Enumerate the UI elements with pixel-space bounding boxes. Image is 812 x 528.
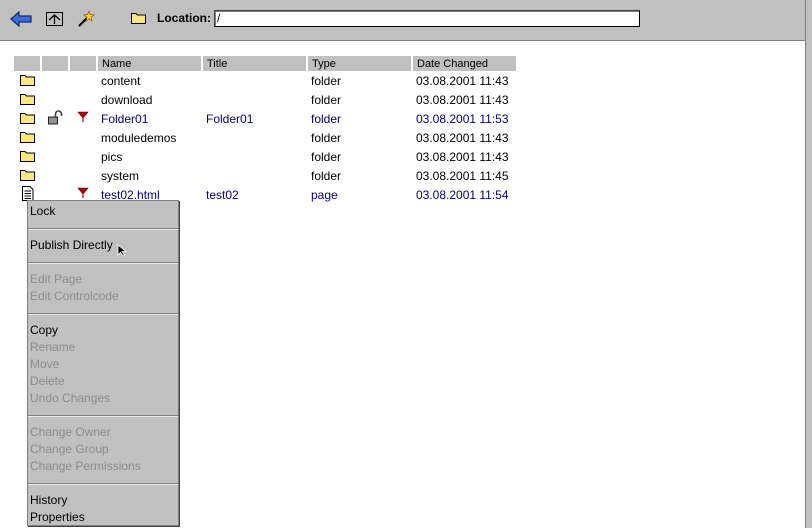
menu-separator bbox=[28, 228, 178, 230]
header-icon-col bbox=[14, 56, 42, 71]
file-date-changed: 03.08.2001 11:43 bbox=[416, 73, 509, 88]
menu-separator bbox=[28, 262, 178, 264]
menu-separator bbox=[28, 483, 178, 485]
window-edge bbox=[805, 0, 812, 528]
menu-item-change-permissions: Change Permissions bbox=[30, 459, 141, 473]
file-type: page bbox=[311, 187, 338, 202]
back-arrow-icon[interactable] bbox=[10, 9, 32, 29]
folder-icon[interactable] bbox=[14, 109, 41, 128]
table-row[interactable]: moduledemos folder 03.08.2001 11:43 bbox=[14, 128, 517, 147]
unlocked-padlock-icon[interactable] bbox=[41, 109, 69, 128]
file-name[interactable]: system bbox=[97, 166, 202, 185]
flag-cell bbox=[69, 166, 97, 185]
location-input[interactable]: / bbox=[214, 10, 640, 27]
header-title[interactable]: Title bbox=[202, 56, 308, 71]
menu-item-edit-page: Edit Page bbox=[30, 272, 83, 286]
file-type: folder bbox=[311, 92, 342, 107]
table-row[interactable]: pics folder 03.08.2001 11:43 bbox=[14, 147, 517, 166]
lock-cell bbox=[41, 90, 69, 109]
header-date-changed[interactable]: Date Changed bbox=[412, 56, 518, 71]
file-date-changed: 03.08.2001 11:43 bbox=[416, 130, 509, 145]
lock-cell bbox=[41, 166, 69, 185]
file-date-changed: 03.08.2001 11:43 bbox=[416, 149, 509, 164]
file-type: folder bbox=[311, 130, 342, 145]
menu-item-undo-changes: Undo Changes bbox=[30, 391, 111, 405]
file-title bbox=[202, 90, 307, 109]
table-header-row: Name Title Type Date Changed bbox=[14, 56, 518, 71]
file-type: folder bbox=[311, 149, 342, 164]
file-name[interactable]: content bbox=[97, 71, 202, 90]
menu-separator bbox=[28, 313, 178, 315]
file-date-changed: 03.08.2001 11:53 bbox=[416, 111, 509, 126]
menu-item-copy[interactable]: Copy bbox=[30, 322, 58, 338]
lock-cell bbox=[41, 71, 69, 90]
table-row[interactable]: download folder 03.08.2001 11:43 bbox=[14, 90, 517, 109]
menu-item-history[interactable]: History bbox=[30, 492, 67, 508]
menu-item-delete: Delete bbox=[30, 374, 65, 388]
folder-icon bbox=[131, 11, 147, 27]
file-date-changed: 03.08.2001 11:45 bbox=[416, 168, 509, 183]
menu-item-publish-directly[interactable]: Publish Directly bbox=[30, 237, 113, 253]
file-title: Folder01 bbox=[206, 111, 254, 126]
table-row[interactable]: content folder 03.08.2001 11:43 bbox=[14, 71, 517, 90]
file-title bbox=[202, 128, 307, 147]
file-name[interactable]: Folder01 bbox=[97, 109, 202, 128]
lock-cell bbox=[41, 147, 69, 166]
header-type[interactable]: Type bbox=[307, 56, 413, 71]
changed-flag-icon bbox=[69, 109, 97, 128]
flag-cell bbox=[69, 128, 97, 147]
toolbar: Location: / bbox=[0, 0, 805, 41]
file-name[interactable]: moduledemos bbox=[97, 128, 202, 147]
folder-icon[interactable] bbox=[14, 147, 41, 166]
new-wand-icon[interactable] bbox=[75, 9, 97, 29]
file-name[interactable]: download bbox=[97, 90, 202, 109]
file-title bbox=[202, 166, 307, 185]
file-date-changed: 03.08.2001 11:43 bbox=[416, 92, 509, 107]
folder-icon[interactable] bbox=[14, 90, 41, 109]
menu-item-rename: Rename bbox=[30, 340, 76, 354]
file-date-changed: 03.08.2001 11:54 bbox=[416, 187, 509, 202]
location-label: Location: bbox=[157, 11, 211, 25]
file-type: folder bbox=[311, 111, 342, 126]
mouse-pointer-icon bbox=[117, 244, 129, 260]
file-title bbox=[202, 147, 307, 166]
menu-item-lock[interactable]: Lock bbox=[30, 203, 55, 219]
file-type: folder bbox=[311, 168, 342, 183]
flag-cell bbox=[69, 90, 97, 109]
flag-cell bbox=[69, 71, 97, 90]
context-menu: Lock Publish Directly Edit Page Edit Contro… bbox=[27, 200, 179, 526]
folder-icon[interactable] bbox=[14, 71, 41, 90]
header-name[interactable]: Name bbox=[97, 56, 203, 71]
file-type: folder bbox=[311, 73, 342, 88]
header-flag-col bbox=[69, 56, 98, 71]
toolbar-divider bbox=[0, 41, 805, 42]
menu-item-edit-controlcode: Edit Controlcode bbox=[30, 289, 119, 303]
up-folder-icon[interactable] bbox=[44, 9, 66, 29]
table-row[interactable]: system folder 03.08.2001 11:45 bbox=[14, 166, 517, 185]
menu-item-change-group: Change Group bbox=[30, 442, 109, 456]
menu-item-properties[interactable]: Properties bbox=[30, 509, 85, 525]
lock-cell bbox=[41, 128, 69, 147]
file-title bbox=[202, 71, 307, 90]
folder-icon[interactable] bbox=[14, 128, 41, 147]
header-lock-col bbox=[41, 56, 70, 71]
menu-item-change-owner: Change Owner bbox=[30, 425, 111, 439]
flag-cell bbox=[69, 147, 97, 166]
file-name[interactable]: pics bbox=[97, 147, 202, 166]
table-row[interactable]: Folder01 Folder01 folder 03.08.2001 11:53 bbox=[14, 109, 517, 128]
menu-item-move: Move bbox=[30, 357, 60, 371]
menu-separator bbox=[28, 415, 178, 417]
folder-icon[interactable] bbox=[14, 166, 41, 185]
file-table: Name Title Type Date Changed content fold… bbox=[14, 56, 518, 204]
file-title: test02 bbox=[206, 187, 239, 202]
